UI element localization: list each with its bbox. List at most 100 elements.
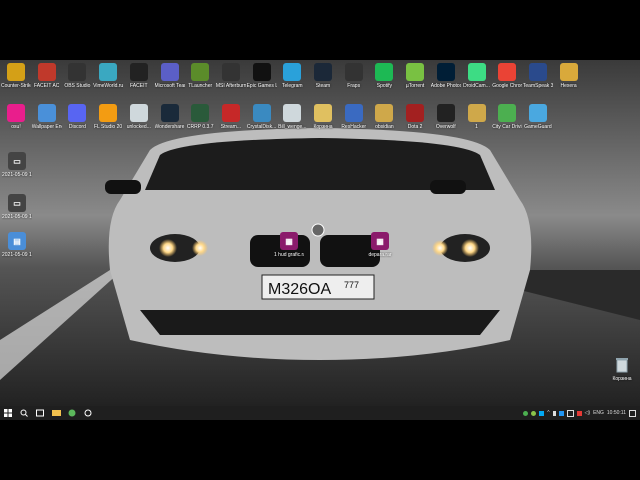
steam-icon bbox=[314, 63, 332, 81]
tlauncher-icon bbox=[191, 63, 210, 81]
folder-icon bbox=[314, 104, 332, 122]
filmora-icon bbox=[160, 104, 179, 122]
shield-icon[interactable] bbox=[576, 410, 582, 416]
start-button[interactable] bbox=[0, 406, 16, 420]
file-icon bbox=[283, 104, 302, 122]
folder-icon bbox=[51, 410, 61, 416]
tray-app-icon[interactable] bbox=[523, 410, 529, 416]
desktop-rar-2[interactable]: ▦ depara.rar bbox=[365, 232, 395, 258]
desktop-shortcut-row2-7[interactable]: CRRP 0.3.7 bbox=[185, 104, 215, 130]
video-file-icon: ▭ bbox=[8, 194, 26, 212]
msi-afterburner-icon bbox=[221, 63, 240, 81]
desktop-shortcut-row1-1[interactable]: Counter-Strike Global Offe... bbox=[1, 63, 31, 89]
desktop-shortcut-row2-10[interactable]: Bill_wenge... bbox=[277, 104, 307, 130]
desktop-shortcut-row2-1[interactable]: osu! bbox=[1, 104, 31, 130]
desktop-shortcut-row2-18[interactable]: GameGuard bbox=[523, 104, 553, 130]
network-icon[interactable] bbox=[566, 409, 574, 417]
desktop-shortcut-row1-5[interactable]: FACEIT bbox=[124, 63, 154, 89]
desktop-file-2[interactable]: ▭ 2021-05-09 19-05-... bbox=[2, 194, 32, 220]
desktop-shortcut-row1-14[interactable]: µTorrent bbox=[400, 63, 430, 89]
volume-icon[interactable]: ◁) bbox=[585, 410, 591, 416]
desktop-shortcut-row1-7[interactable]: TLauncher bbox=[185, 63, 215, 89]
windows-icon bbox=[4, 409, 12, 417]
desktop-shortcut-row1-13[interactable]: Spotify bbox=[369, 63, 399, 89]
desktop-shortcut-row1-19[interactable]: Hexera bbox=[554, 63, 584, 89]
desktop-shortcut-row2-6[interactable]: Wondershare Filmora X bbox=[155, 104, 185, 130]
discord-icon bbox=[68, 104, 87, 122]
desktop-shortcut-row2-13[interactable]: obsidian bbox=[369, 104, 399, 130]
notifications-icon[interactable] bbox=[629, 409, 636, 417]
gameguard-icon bbox=[528, 104, 547, 122]
desktop-shortcut-row1-10[interactable]: Telegram bbox=[277, 63, 307, 89]
image-file-icon: ▤ bbox=[8, 232, 26, 250]
desktop-shortcut-row1-3[interactable]: OBS Studio bbox=[62, 63, 92, 89]
microphone-icon[interactable] bbox=[552, 410, 556, 416]
language-indicator[interactable]: ENG bbox=[593, 410, 604, 416]
cs-icon bbox=[7, 63, 25, 81]
osu-icon bbox=[7, 104, 25, 122]
app-icon bbox=[68, 409, 76, 417]
desktop-shortcut-row1-4[interactable]: VimeWorld.ru bbox=[93, 63, 123, 89]
taskbar-app-3[interactable] bbox=[80, 406, 96, 420]
desktop-shortcut-row1-18[interactable]: TeamSpeak 3 Client bbox=[523, 63, 553, 89]
task-view-icon bbox=[36, 409, 44, 417]
desktop-shortcut-row1-9[interactable]: Epic Games Launcher bbox=[247, 63, 277, 89]
task-view-button[interactable] bbox=[32, 406, 48, 420]
desktop-shortcut-row2-9[interactable]: CrystalDisk... bbox=[247, 104, 277, 130]
fraps-icon bbox=[344, 63, 363, 81]
crrp-icon bbox=[191, 104, 210, 122]
desktop-shortcut-row1-11[interactable]: Steam bbox=[308, 63, 338, 89]
desktop-shortcut-row1-12[interactable]: Fraps bbox=[339, 63, 369, 89]
desktop-shortcut-row2-4[interactable]: FL Studio 20 bbox=[93, 104, 123, 130]
desktop-shortcut-row2-17[interactable]: City Car Driving bbox=[492, 104, 522, 130]
telegram-icon bbox=[283, 63, 302, 81]
tray-app-icon[interactable] bbox=[531, 410, 537, 416]
recycle-bin[interactable]: Корзина bbox=[607, 356, 637, 382]
vimeworld-icon bbox=[99, 63, 118, 81]
chevron-up-icon[interactable]: ^ bbox=[547, 410, 549, 416]
desktop-file-3[interactable]: ▤ 2021-05-09 19-29-20... bbox=[2, 232, 32, 258]
stream-icon bbox=[221, 104, 240, 122]
desktop-shortcut-row1-8[interactable]: MSI Afterburner bbox=[216, 63, 246, 89]
epic-games-icon bbox=[252, 63, 271, 81]
search-button[interactable] bbox=[16, 406, 32, 420]
system-tray: ^ ◁) ENG 10:50:11 bbox=[523, 406, 636, 420]
desktop-shortcut-row2-14[interactable]: Dota 2 bbox=[400, 104, 430, 130]
desktop-shortcut-row2-3[interactable]: Discord bbox=[62, 104, 92, 130]
tray-app-icon[interactable] bbox=[558, 410, 564, 416]
desktop-shortcut-row1-2[interactable]: FACEIT AC bbox=[32, 63, 62, 89]
utorrent-icon bbox=[406, 63, 425, 81]
rar-archive-icon: ▦ bbox=[280, 232, 298, 250]
fl-studio-icon bbox=[99, 104, 118, 122]
tray-app-icon[interactable] bbox=[539, 410, 545, 416]
reshacker-icon bbox=[344, 104, 363, 122]
wallpaper-engine-icon bbox=[37, 104, 56, 122]
desktop-shortcut-row2-5[interactable]: unlocked... bbox=[124, 104, 154, 130]
desktop-shortcut-row2-12[interactable]: ResHacker bbox=[339, 104, 369, 130]
desktop-shortcut-row1-17[interactable]: Google Chrome bbox=[492, 63, 522, 89]
spotify-icon bbox=[375, 63, 394, 81]
desktop-shortcut-row2-15[interactable]: Overwolf bbox=[431, 104, 461, 130]
faceit-ac-icon bbox=[37, 63, 56, 81]
desktop-file-1[interactable]: ▭ 2021-05-09 19-05-... bbox=[2, 152, 32, 178]
desktop-shortcut-row1-6[interactable]: Microsoft Teams bbox=[155, 63, 185, 89]
desktop-shortcut-row1-16[interactable]: DroidCam... bbox=[462, 63, 492, 89]
taskbar-explorer[interactable] bbox=[48, 406, 64, 420]
desktop-shortcut-row2-8[interactable]: Stream... bbox=[216, 104, 246, 130]
recycle-bin-icon bbox=[613, 356, 631, 374]
teamspeak-icon bbox=[528, 63, 547, 81]
plate-region: 777 bbox=[344, 280, 359, 290]
circle-icon bbox=[84, 409, 92, 417]
desktop-shortcut-row1-15[interactable]: Adobe Photosh... bbox=[431, 63, 461, 89]
city-car-driving-icon bbox=[498, 104, 517, 122]
taskbar-app-2[interactable] bbox=[64, 406, 80, 420]
dota2-icon bbox=[406, 104, 425, 122]
plate-number: M326OA bbox=[268, 281, 331, 298]
photoshop-icon bbox=[436, 63, 455, 81]
desktop-rar-1[interactable]: ▦ 1 hud grafic.rar bbox=[274, 232, 304, 258]
file-icon bbox=[375, 104, 394, 122]
desktop-shortcut-row2-11[interactable]: Корзина bbox=[308, 104, 338, 130]
clock[interactable]: 10:50:11 bbox=[607, 410, 626, 416]
desktop-shortcut-row2-2[interactable]: Wallpaper Engine bbox=[32, 104, 62, 130]
desktop-shortcut-row2-16[interactable]: 1 bbox=[462, 104, 492, 130]
